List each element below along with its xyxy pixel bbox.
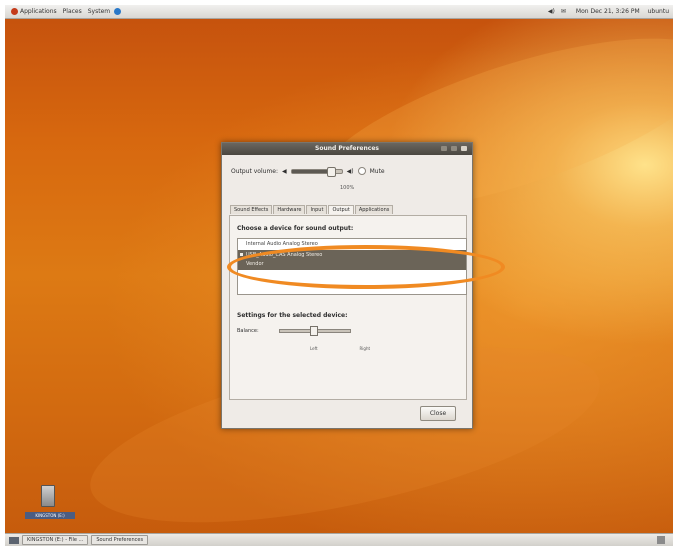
volume-icon[interactable]: ◀) (548, 8, 555, 15)
output-volume-row: Output volume: ◀ ◀) Mute (231, 166, 385, 177)
device-row-selected[interactable]: USB_Audio_CAS Analog Stereo Vendor (238, 250, 466, 270)
choose-device-heading: Choose a device for sound output: (237, 225, 354, 232)
mute-checkbox[interactable] (357, 167, 366, 175)
minimize-icon[interactable] (441, 146, 447, 151)
output-tab-panel: Choose a device for sound output: Intern… (229, 215, 467, 400)
tab-hardware[interactable]: Hardware (273, 205, 306, 214)
selected-marker-icon (240, 253, 243, 256)
browser-launcher-icon[interactable] (114, 8, 122, 15)
system-menu[interactable]: System (88, 8, 110, 15)
output-volume-slider[interactable] (290, 166, 343, 177)
show-desktop-icon[interactable] (9, 536, 19, 544)
network-icon[interactable]: ✉ (561, 8, 566, 15)
taskbar-item-sound-preferences[interactable]: Sound Preferences (91, 535, 149, 545)
device-name: USB_Audio_CAS Analog Stereo (246, 252, 323, 258)
balance-left-label: Left (310, 346, 318, 351)
mute-label: Mute (369, 167, 385, 175)
clock[interactable]: Mon Dec 21, 3:26 PM (576, 8, 640, 15)
output-volume-label: Output volume: (231, 167, 278, 175)
device-row[interactable]: Internal Audio Analog Stereo (238, 239, 466, 250)
balance-row: Balance: (237, 326, 351, 336)
places-menu[interactable]: Places (63, 8, 82, 15)
tab-input[interactable]: Input (306, 205, 328, 214)
balance-slider[interactable] (278, 326, 351, 336)
tab-output[interactable]: Output (328, 205, 354, 214)
usb-drive-icon[interactable] (41, 485, 55, 507)
close-icon[interactable] (461, 146, 467, 151)
top-panel: Applications Places System ◀) ✉ Mon Dec … (5, 5, 673, 19)
window-title: Sound Preferences (315, 145, 379, 152)
close-button[interactable]: Close (420, 406, 456, 421)
settings-heading: Settings for the selected device: (237, 312, 348, 319)
device-list[interactable]: Internal Audio Analog Stereo USB_Audio_C… (237, 238, 467, 295)
tab-applications[interactable]: Applications (354, 205, 394, 214)
tab-sound-effects[interactable]: Sound Effects (230, 205, 273, 214)
usb-drive-label[interactable]: KINGSTON (E:) (25, 512, 75, 519)
volume-slider-handle[interactable] (326, 166, 336, 177)
bottom-panel: KINGSTON (E:) - File ... Sound Preferenc… (5, 533, 673, 546)
window-controls (441, 146, 467, 151)
speaker-high-icon: ◀) (346, 167, 354, 175)
tab-bar: Sound Effects Hardware Input Output Appl… (230, 205, 394, 214)
ubuntu-logo-icon (11, 8, 18, 15)
volume-fill (291, 169, 331, 173)
balance-right-label: Right (359, 346, 371, 351)
balance-label: Balance: (237, 328, 259, 334)
desktop-screen: Applications Places System ◀) ✉ Mon Dec … (5, 5, 673, 546)
device-name: Internal Audio Analog Stereo (246, 241, 318, 247)
balance-scale: Left Right (310, 346, 370, 351)
applications-menu[interactable]: Applications (11, 8, 57, 15)
sound-preferences-window: Sound Preferences Output volume: ◀ ◀) Mu… (221, 142, 473, 429)
maximize-icon[interactable] (451, 146, 457, 151)
volume-percent: 100% (340, 185, 355, 191)
trash-icon[interactable] (657, 536, 665, 544)
menu-label: Applications (20, 8, 57, 15)
user-menu[interactable]: ubuntu (648, 8, 669, 15)
taskbar-item-file-browser[interactable]: KINGSTON (E:) - File ... (22, 535, 89, 545)
window-titlebar[interactable]: Sound Preferences (222, 143, 472, 155)
speaker-low-icon: ◀ (282, 167, 287, 175)
balance-slider-handle[interactable] (309, 326, 318, 336)
device-sub: Vendor (246, 261, 264, 267)
